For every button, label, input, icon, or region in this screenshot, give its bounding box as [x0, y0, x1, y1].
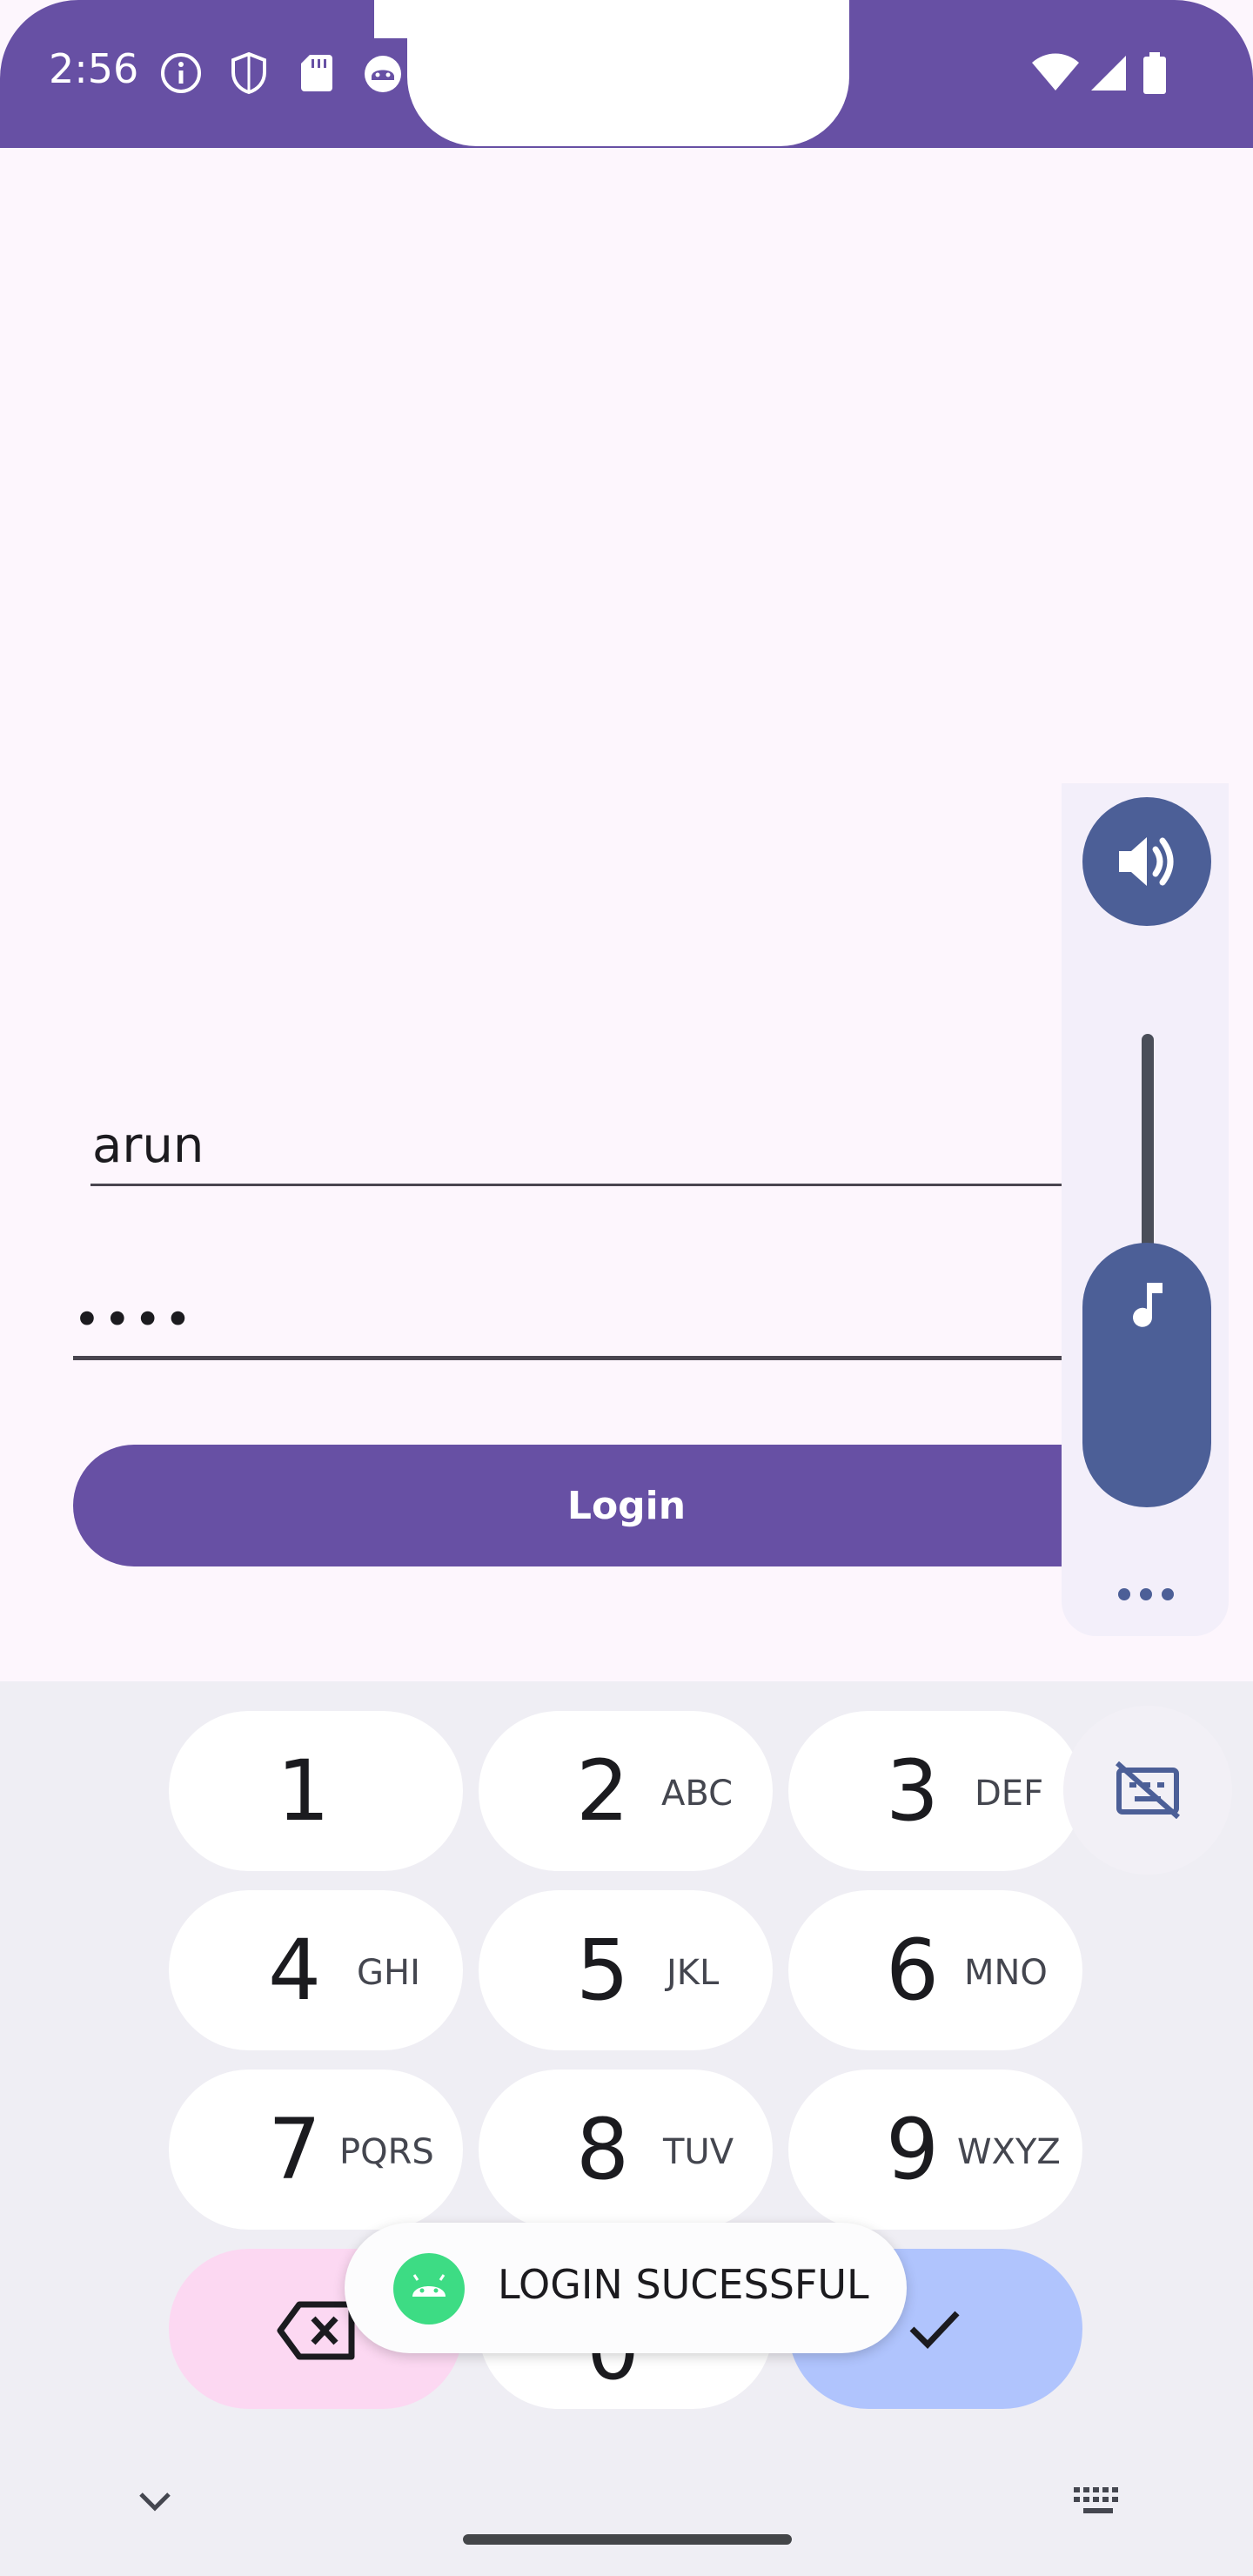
home-gesture-handle[interactable] — [463, 2534, 792, 2545]
more-horizontal-icon[interactable] — [1116, 1579, 1176, 1605]
key-letters: TUV — [663, 2132, 734, 2172]
volume-icon — [1119, 837, 1174, 886]
key-digit: 1 — [277, 1742, 331, 1840]
key-letters: WXYZ — [957, 2132, 1061, 2172]
key-letters: JKL — [667, 1953, 720, 1993]
key-digit: 4 — [268, 1922, 322, 2019]
android-robot-icon — [365, 56, 401, 92]
signal-icon — [1091, 56, 1126, 91]
sd-card-icon — [301, 55, 332, 91]
key-2[interactable]: 2 ABC — [479, 1711, 773, 1871]
toast-message: LOGIN SUCESSFUL — [345, 2223, 907, 2353]
music-note-icon — [1133, 1283, 1163, 1327]
keyboard-icon[interactable] — [1072, 2485, 1124, 2517]
status-time: 2:56 — [49, 45, 139, 92]
backspace-icon — [277, 2301, 355, 2360]
android-icon — [393, 2253, 465, 2324]
key-digit: 7 — [268, 2101, 322, 2198]
chevron-down-icon[interactable] — [136, 2489, 174, 2515]
key-letters: PQRS — [339, 2132, 434, 2172]
keyboard-off-icon — [1116, 1761, 1180, 1819]
wifi-icon — [1032, 53, 1079, 91]
check-icon — [909, 2311, 960, 2350]
key-digit: 9 — [886, 2101, 940, 2198]
key-letters: MNO — [964, 1953, 1048, 1993]
password-field[interactable] — [73, 1283, 1062, 1360]
toast-text: LOGIN SUCESSFUL — [498, 2261, 869, 2308]
key-letters: ABC — [661, 1774, 734, 1814]
key-digit: 8 — [576, 2101, 630, 2198]
key-letters: GHI — [357, 1953, 420, 1993]
volume-slider[interactable] — [1082, 1243, 1211, 1507]
key-digit: 5 — [576, 1922, 630, 2019]
key-8[interactable]: 8 TUV — [479, 2070, 773, 2230]
battery-icon — [1143, 52, 1166, 94]
volume-toggle-button[interactable] — [1082, 797, 1211, 926]
key-digit: 3 — [886, 1742, 940, 1840]
key-9[interactable]: 9 WXYZ — [788, 2070, 1082, 2230]
key-6[interactable]: 6 MNO — [788, 1890, 1082, 2050]
login-button[interactable]: Login — [73, 1445, 1180, 1566]
key-3[interactable]: 3 DEF — [788, 1711, 1082, 1871]
keyboard-off-button[interactable] — [1063, 1706, 1232, 1875]
username-field[interactable] — [90, 1107, 1063, 1186]
key-4[interactable]: 4 GHI — [169, 1890, 463, 2050]
key-digit: 6 — [886, 1922, 940, 2019]
key-digit: 2 — [576, 1742, 630, 1840]
shield-icon — [231, 51, 266, 95]
status-bar: 2:56 — [0, 0, 1253, 148]
key-7[interactable]: 7 PQRS — [169, 2070, 463, 2230]
camera-cutout — [407, 0, 849, 146]
key-5[interactable]: 5 JKL — [479, 1890, 773, 2050]
key-letters: DEF — [975, 1774, 1044, 1814]
key-1[interactable]: 1 — [169, 1711, 463, 1871]
info-icon — [161, 53, 201, 93]
